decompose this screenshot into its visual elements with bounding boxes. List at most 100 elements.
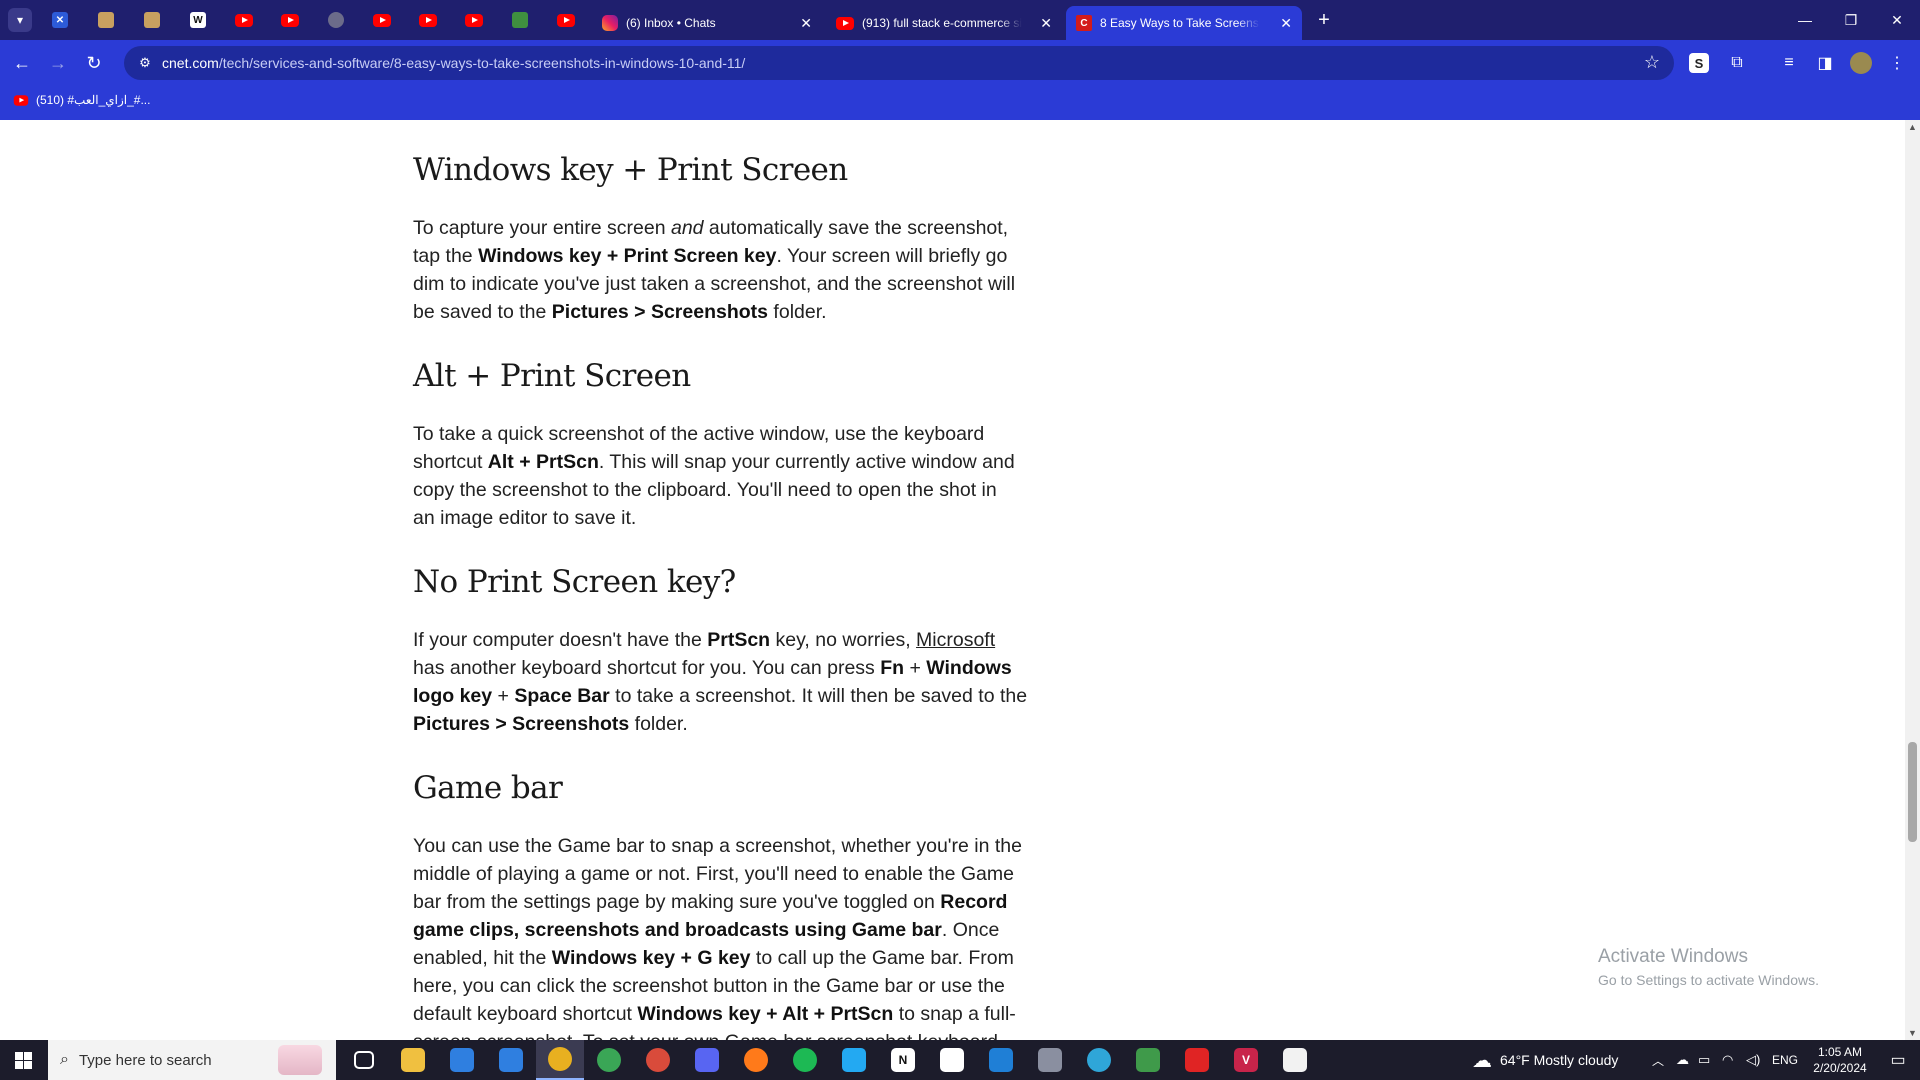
taskbar-app-firefox[interactable] bbox=[732, 1040, 780, 1080]
scroll-up-arrow-icon[interactable]: ▲ bbox=[1908, 122, 1917, 132]
bookmark-star-icon[interactable]: ☆ bbox=[1644, 52, 1660, 73]
pinned-tab[interactable]: W bbox=[178, 7, 218, 33]
back-arrow-icon[interactable]: ← bbox=[8, 49, 36, 77]
active-tab[interactable]: C 8 Easy Ways to Take Screenshots ✕ bbox=[1066, 6, 1302, 40]
battery-icon[interactable]: ▭ bbox=[1698, 1040, 1710, 1080]
folder-icon bbox=[401, 1048, 425, 1072]
taskbar-app-red-app[interactable] bbox=[1173, 1040, 1221, 1080]
start-button[interactable] bbox=[0, 1040, 46, 1080]
pinned-tab[interactable]: ✕ bbox=[40, 7, 80, 33]
close-tab-icon[interactable]: ✕ bbox=[1040, 15, 1052, 32]
taskbar-app-camera[interactable] bbox=[1026, 1040, 1074, 1080]
cloud-icon: ☁ bbox=[1472, 1049, 1492, 1072]
taskbar-app-edge[interactable] bbox=[1075, 1040, 1123, 1080]
url-host: cnet.com bbox=[162, 55, 219, 71]
pinned-tab[interactable] bbox=[132, 7, 172, 33]
taskbar-app-file-explorer[interactable] bbox=[389, 1040, 437, 1080]
reload-icon[interactable]: ↻ bbox=[80, 49, 108, 77]
minimize-button[interactable]: — bbox=[1782, 0, 1828, 40]
chat-icon bbox=[1185, 1048, 1209, 1072]
bookmarks-bar: (510) #ازاي_العب_#... bbox=[0, 86, 1920, 120]
notification-icon[interactable]: ▭ bbox=[1876, 1040, 1920, 1080]
tools-icon: ✕ bbox=[52, 12, 68, 28]
new-tab-button[interactable]: + bbox=[1312, 8, 1336, 32]
onedrive-icon[interactable]: ☁ bbox=[1676, 1040, 1689, 1080]
taskbar-app-task-view[interactable] bbox=[340, 1040, 388, 1080]
profile-avatar[interactable] bbox=[1848, 50, 1874, 76]
pinned-tab[interactable] bbox=[86, 7, 126, 33]
mascot-icon bbox=[98, 12, 114, 28]
pinned-tab[interactable] bbox=[270, 7, 310, 33]
taskbar-app-store[interactable] bbox=[438, 1040, 486, 1080]
page-viewport: Windows key + Print Screen To capture you… bbox=[0, 120, 1905, 1040]
close-tab-icon[interactable]: ✕ bbox=[1280, 15, 1292, 32]
camera-icon bbox=[1038, 1048, 1062, 1072]
pinned-tab[interactable] bbox=[362, 7, 402, 33]
restore-button[interactable]: ❐ bbox=[1828, 0, 1874, 40]
microsoft-link[interactable]: Microsoft bbox=[916, 629, 995, 651]
windows-logo-icon bbox=[14, 1051, 32, 1069]
extension-s-icon[interactable]: S bbox=[1689, 53, 1709, 73]
url-text[interactable]: cnet.com/tech/services-and-software/8-ea… bbox=[162, 55, 745, 71]
extensions-puzzle-icon[interactable]: ⧉ bbox=[1724, 50, 1750, 76]
taskbar-app-chrome[interactable] bbox=[536, 1040, 584, 1080]
capcut-icon bbox=[940, 1048, 964, 1072]
scrollbar[interactable]: ▲ ▼ bbox=[1905, 120, 1920, 1040]
media-control-icon[interactable]: ≡ bbox=[1776, 50, 1802, 76]
close-tab-icon[interactable]: ✕ bbox=[800, 15, 812, 32]
figure-icon bbox=[512, 12, 528, 28]
pinned-tab[interactable] bbox=[316, 7, 356, 33]
site-info-icon[interactable]: ⚙ bbox=[132, 55, 158, 71]
youtube-icon bbox=[419, 13, 437, 27]
taskbar-app-chrome-3[interactable] bbox=[634, 1040, 682, 1080]
wifi-icon[interactable]: ◠ bbox=[1722, 1040, 1733, 1080]
pinned-tab[interactable] bbox=[546, 7, 586, 33]
taskbar-search[interactable]: ⌕ Type here to search bbox=[48, 1040, 336, 1080]
bookmark-item[interactable]: (510) #ازاي_العب_#... bbox=[12, 93, 150, 107]
forward-arrow-icon[interactable]: → bbox=[44, 49, 72, 77]
taskbar-app-discord[interactable] bbox=[683, 1040, 731, 1080]
vscode-icon bbox=[989, 1048, 1013, 1072]
pinned-tab[interactable] bbox=[408, 7, 448, 33]
section-heading: Game bar bbox=[413, 770, 563, 806]
youtube-icon bbox=[235, 13, 253, 27]
taskbar-app-vscode[interactable] bbox=[830, 1040, 878, 1080]
taskbar-app-spotify[interactable] bbox=[781, 1040, 829, 1080]
youtube-icon bbox=[557, 13, 575, 27]
pinned-tab[interactable] bbox=[454, 7, 494, 33]
taskbar-app-chrome-2[interactable] bbox=[585, 1040, 633, 1080]
activation-watermark: Activate Windows Go to Settings to activ… bbox=[1598, 946, 1819, 988]
taskbar-app-capcut[interactable] bbox=[928, 1040, 976, 1080]
wikipedia-icon: W bbox=[190, 12, 206, 28]
tab-search-button[interactable]: ▾ bbox=[8, 8, 32, 32]
weather-widget[interactable]: ☁ 64°F Mostly cloudy bbox=[1472, 1040, 1618, 1080]
language-indicator[interactable]: ENG bbox=[1772, 1040, 1798, 1080]
scroll-thumb[interactable] bbox=[1908, 742, 1917, 842]
tray-chevron-icon[interactable]: ︿ bbox=[1652, 1040, 1664, 1080]
spotify-icon bbox=[793, 1048, 817, 1072]
scroll-down-arrow-icon[interactable]: ▼ bbox=[1908, 1028, 1917, 1038]
bold-text: Windows bbox=[926, 657, 1012, 679]
taskbar-app-notepad[interactable] bbox=[1271, 1040, 1319, 1080]
section-heading: Windows key + Print Screen bbox=[413, 152, 848, 188]
side-panel-icon[interactable]: ◨ bbox=[1812, 50, 1838, 76]
vscode-icon bbox=[842, 1048, 866, 1072]
clock[interactable]: 1:05 AM 2/20/2024 bbox=[1808, 1044, 1872, 1076]
taskbar-app-vectr-app[interactable]: V bbox=[1222, 1040, 1270, 1080]
address-bar[interactable]: ⚙ cnet.com/tech/services-and-software/8-… bbox=[124, 46, 1674, 80]
taskbar-app-mail[interactable] bbox=[487, 1040, 535, 1080]
taskbar-app-cube-app[interactable] bbox=[1124, 1040, 1172, 1080]
browser-tab[interactable]: (913) full stack e-commerce site ✕ bbox=[826, 6, 1062, 40]
taskbar-app-vscode-2[interactable] bbox=[977, 1040, 1025, 1080]
volume-icon[interactable]: ◁) bbox=[1746, 1040, 1760, 1080]
bold-text: Windows key + Alt + PrtScn bbox=[637, 1003, 894, 1025]
browser-tab[interactable]: (6) Inbox • Chats ✕ bbox=[592, 6, 822, 40]
bold-text: Windows key + G key bbox=[551, 947, 751, 969]
pinned-tab[interactable] bbox=[224, 7, 264, 33]
close-window-button[interactable]: ✕ bbox=[1874, 0, 1920, 40]
pinned-tab[interactable] bbox=[500, 7, 540, 33]
menu-kebab-icon[interactable]: ⋮ bbox=[1884, 50, 1910, 76]
taskbar-app-notion[interactable]: N bbox=[879, 1040, 927, 1080]
section-paragraph: To take a quick screenshot of the active… bbox=[413, 423, 1015, 529]
edge-icon bbox=[1087, 1048, 1111, 1072]
